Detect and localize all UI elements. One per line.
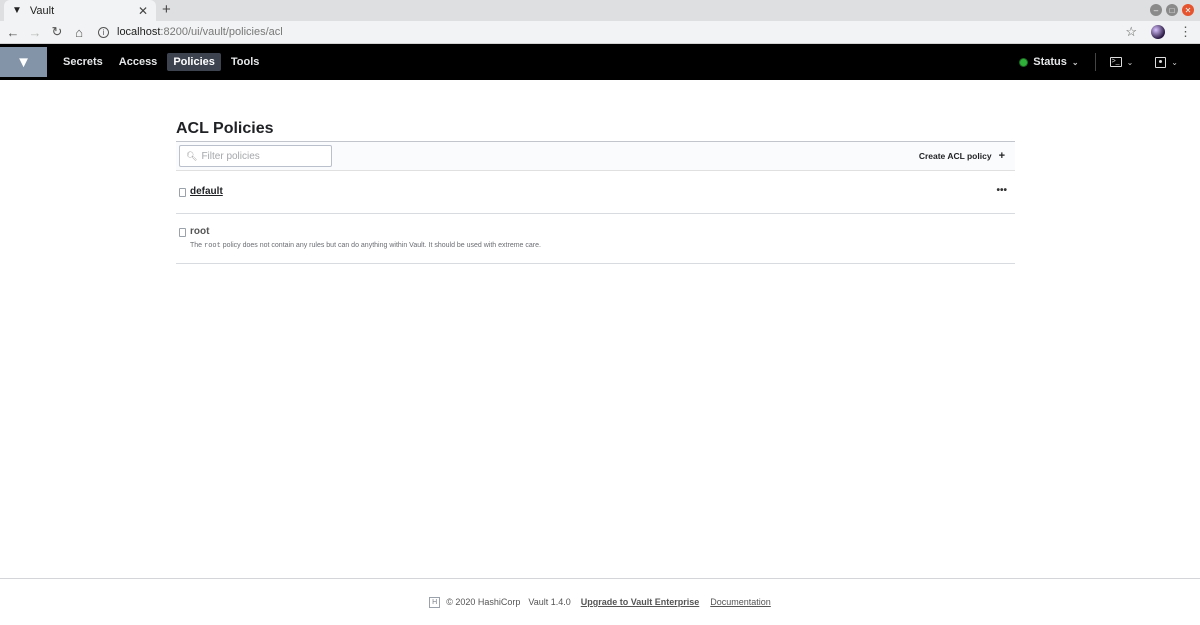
browser-tab-title: Vault: [29, 4, 55, 17]
policies-toolbar: 🔍︎ Create ACL policy +: [176, 141, 1015, 171]
hashicorp-logo-icon: H: [429, 596, 441, 608]
maximize-icon[interactable]: □: [1166, 4, 1178, 16]
vault-logo-icon[interactable]: ▼: [0, 47, 47, 77]
main-nav-links: Secrets Access Policies Tools: [57, 53, 265, 71]
filter-field[interactable]: 🔍︎: [179, 145, 332, 167]
create-acl-policy-button[interactable]: Create ACL policy +: [919, 150, 1005, 162]
minimize-icon[interactable]: –: [1150, 4, 1162, 16]
window-close-icon[interactable]: ✕: [1182, 4, 1194, 16]
policy-row-default[interactable]: default •••: [176, 171, 1015, 214]
policy-description: The root policy does not contain any rul…: [190, 242, 541, 250]
new-tab-icon[interactable]: +: [162, 1, 171, 18]
console-menu-button[interactable]: >_ ⌄: [1109, 57, 1134, 67]
nav-policies[interactable]: Policies: [167, 53, 221, 71]
main-content: ACL Policies 🔍︎ Create ACL policy + defa…: [176, 80, 1015, 264]
browser-tab-bar: ▼ Vault ✕ + – □ ✕: [0, 0, 1200, 21]
user-icon: [1155, 56, 1167, 68]
create-acl-policy-label: Create ACL policy: [918, 151, 992, 161]
forward-arrow-icon[interactable]: →: [26, 25, 44, 40]
more-options-icon[interactable]: •••: [996, 185, 1007, 196]
bookmark-star-icon[interactable]: ☆: [1125, 24, 1137, 40]
site-info-icon[interactable]: i: [98, 26, 109, 38]
file-icon: [179, 188, 186, 197]
page-footer: H © 2020 HashiCorp Vault 1.4.0 Upgrade t…: [0, 578, 1200, 625]
nav-secrets[interactable]: Secrets: [57, 53, 109, 71]
footer-copyright: © 2020 HashiCorp: [446, 597, 521, 607]
plus-icon: +: [998, 150, 1005, 162]
vault-top-nav: ▼ Secrets Access Policies Tools Status ⌄…: [0, 44, 1200, 80]
chevron-down-icon: ⌄: [1071, 57, 1079, 67]
browser-tab[interactable]: ▼ Vault ✕: [4, 0, 156, 21]
filter-policies-input[interactable]: [201, 150, 327, 162]
browser-menu-icon[interactable]: ⋮: [1179, 24, 1192, 40]
policy-name: root: [190, 226, 210, 237]
window-controls: – □ ✕: [1150, 4, 1194, 16]
policy-row-root: root The root policy does not contain an…: [176, 214, 1015, 264]
footer-version: Vault 1.4.0: [528, 597, 571, 607]
console-icon: >_: [1109, 57, 1122, 67]
browser-toolbar: ← → ↻ ⌂ i localhost:8200/ui/vault/polici…: [0, 21, 1200, 44]
address-bar[interactable]: i localhost:8200/ui/vault/policies/acl: [98, 26, 283, 38]
nav-access[interactable]: Access: [113, 53, 164, 71]
search-icon: 🔍︎: [186, 150, 198, 161]
file-icon: [179, 228, 186, 237]
chevron-down-icon: ⌄: [1126, 57, 1134, 67]
user-menu-button[interactable]: ⌄: [1155, 56, 1178, 68]
documentation-link[interactable]: Documentation: [710, 597, 771, 607]
url-path: :8200/ui/vault/policies/acl: [160, 26, 283, 38]
status-label: Status: [1033, 56, 1067, 68]
page-title: ACL Policies: [176, 120, 274, 137]
policy-name-link[interactable]: default: [190, 186, 223, 197]
url-host: localhost: [117, 26, 161, 38]
chevron-down-icon: ⌄: [1171, 57, 1178, 67]
home-icon[interactable]: ⌂: [70, 25, 88, 40]
profile-avatar[interactable]: [1151, 25, 1165, 39]
upgrade-enterprise-link[interactable]: Upgrade to Vault Enterprise: [581, 597, 700, 607]
status-menu[interactable]: Status ⌄: [1020, 56, 1079, 68]
nav-divider: [1094, 53, 1096, 71]
reload-icon[interactable]: ↻: [48, 24, 66, 40]
back-arrow-icon[interactable]: ←: [4, 25, 22, 40]
status-dot-icon: [1020, 58, 1028, 66]
nav-tools[interactable]: Tools: [225, 53, 266, 71]
vault-favicon-icon: ▼: [12, 5, 22, 16]
close-tab-icon[interactable]: ✕: [138, 4, 148, 18]
